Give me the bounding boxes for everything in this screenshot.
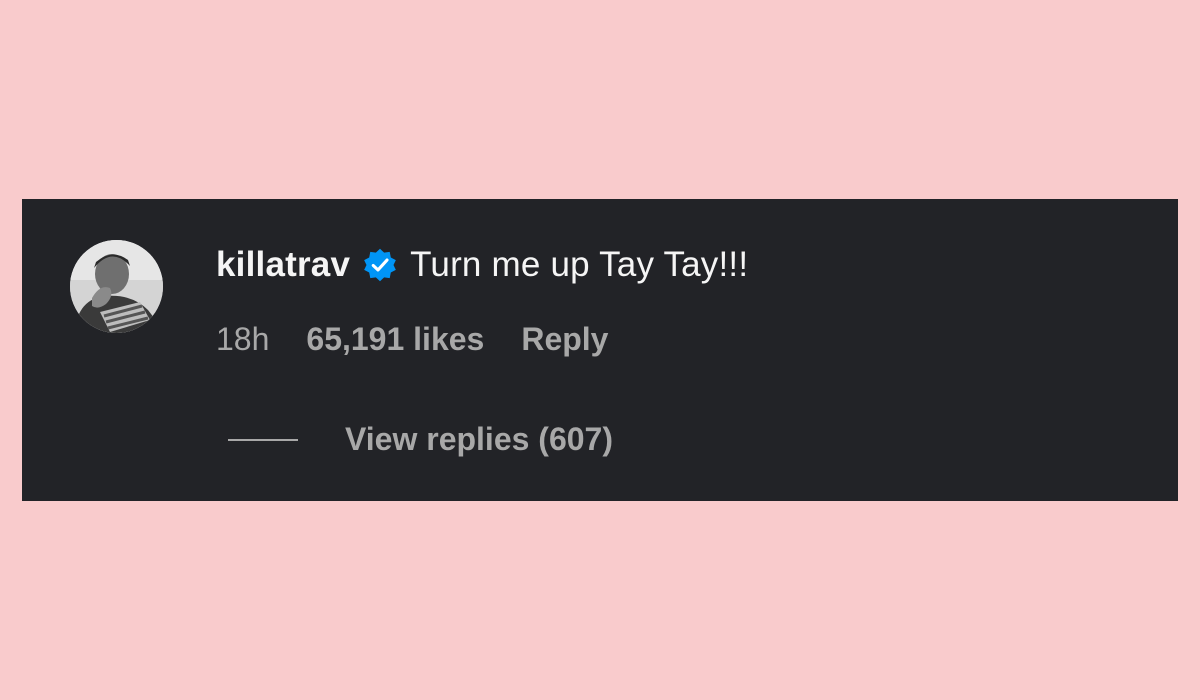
comment-meta: 18h 65,191 likes Reply [216,321,608,358]
comment-main: killatrav Turn me up Tay Tay!!! [216,245,748,285]
likes-count[interactable]: 65,191 likes [306,321,484,358]
timestamp[interactable]: 18h [216,321,269,358]
comment-text: Turn me up Tay Tay!!! [410,245,749,284]
view-replies-label: View replies (607) [345,421,613,457]
username[interactable]: killatrav [216,245,350,285]
replies-divider-line [228,438,298,441]
comment-card: killatrav Turn me up Tay Tay!!! 18h 65,1… [22,199,1178,501]
view-replies-button[interactable]: View replies (607) [228,421,613,458]
page: killatrav Turn me up Tay Tay!!! 18h 65,1… [0,0,1200,700]
verified-badge-icon [362,247,398,283]
avatar[interactable] [70,240,163,333]
reply-button[interactable]: Reply [521,321,608,358]
